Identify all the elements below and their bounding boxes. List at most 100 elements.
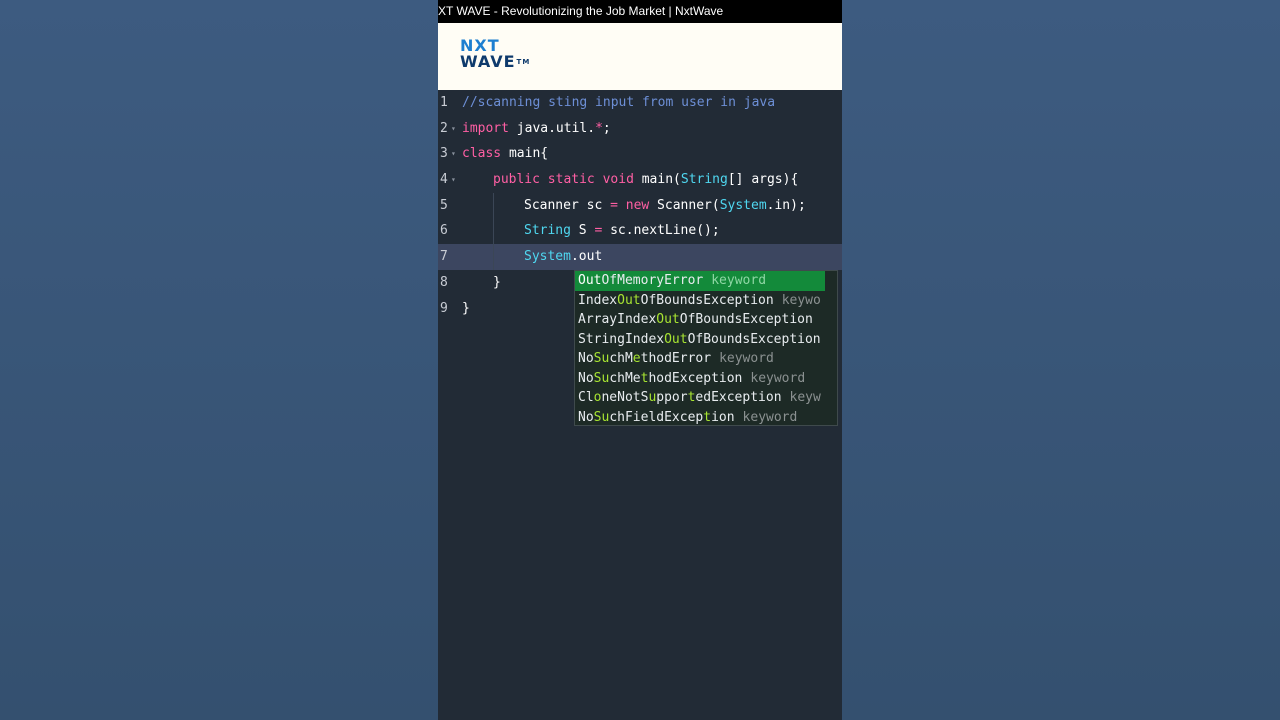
line-content: import java.util.*; — [462, 116, 611, 142]
code-editor[interactable]: 1 //scanning sting input from user in ja… — [438, 90, 842, 720]
indent-guide — [493, 218, 494, 245]
suggestion-text: Index — [578, 292, 618, 308]
keyword-token: new — [625, 197, 650, 213]
code-token: Scanner sc — [524, 197, 611, 213]
line-number: 7 — [440, 249, 448, 265]
autocomplete-item[interactable]: NoSuchMethodException keyword — [575, 369, 825, 389]
suggestion-text: thodError — [640, 351, 712, 366]
autocomplete-item[interactable]: StringIndexOutOfBoundsException — [575, 330, 825, 350]
match-highlight: Out — [617, 292, 641, 308]
type-token: System — [524, 249, 571, 265]
suggestion-meta: keyw — [789, 390, 821, 405]
suggestion-text: chFieldExcep — [609, 409, 704, 425]
autocomplete-item[interactable]: IndexOutOfBoundsException keywo — [575, 291, 825, 311]
suggestion-text: Cl — [578, 390, 594, 405]
suggestion-text: chMe — [609, 370, 641, 386]
fold-arrow-icon[interactable]: ▾ — [451, 141, 456, 167]
match-highlight: Su — [593, 370, 610, 386]
keyword-token: class — [462, 146, 502, 162]
brace-token: } — [462, 300, 470, 316]
code-line[interactable]: 1 //scanning sting input from user in ja… — [438, 90, 842, 116]
suggestion-text: OfMemoryError — [601, 273, 704, 288]
brace-token: } — [493, 274, 501, 290]
comment-token: //scanning sting input from user in java — [462, 95, 776, 110]
suggestion-text: No — [578, 351, 594, 366]
suggestion-meta: keyword — [750, 370, 806, 386]
suggestion-meta: keyword — [719, 351, 774, 366]
suggestion-text: ArrayIndex — [578, 312, 657, 327]
code-token: .in); — [766, 197, 806, 213]
line-content: class main{ — [462, 141, 548, 167]
suggestion-text: ion — [711, 409, 735, 425]
match-highlight: Out — [664, 331, 688, 347]
nxtwave-logo: NXT WAVETM — [460, 38, 530, 70]
suggestion-meta: keyword — [742, 409, 798, 425]
autocomplete-item[interactable]: ArrayIndexOutOfBoundsException — [575, 310, 825, 330]
suggestion-text: neNotS — [601, 390, 649, 405]
suggestion-text: No — [578, 409, 594, 425]
match-highlight: Su — [593, 409, 610, 425]
logo-line2: WAVETM — [460, 54, 530, 70]
logo-header: NXT WAVETM — [438, 23, 842, 90]
code-token: Scanner( — [649, 197, 720, 213]
match-highlight: e — [632, 351, 641, 366]
code-line[interactable]: 6 String S = sc.nextLine(); — [438, 218, 842, 245]
suggestion-text: StringIndex — [578, 331, 665, 347]
line-content: String S = sc.nextLine(); — [524, 218, 720, 244]
line-content: Scanner sc = new Scanner(System.in); — [524, 193, 806, 219]
line-number: 8 — [440, 274, 448, 290]
line-content: public static void main(String[] args){ — [493, 167, 798, 193]
line-content: } — [462, 296, 470, 322]
keyword-token: static — [547, 172, 595, 188]
line-number: 9 — [440, 300, 448, 316]
code-token: ; — [602, 120, 611, 136]
match-highlight: Su — [593, 351, 610, 366]
background-right — [842, 0, 1280, 720]
fold-arrow-icon[interactable]: ▾ — [451, 167, 456, 193]
suggestion-text: OfBoundsException — [640, 292, 774, 308]
suggestion-text: chM — [609, 351, 633, 366]
code-token: [] args){ — [727, 172, 799, 188]
background-left — [0, 0, 438, 720]
line-number: 1 — [440, 95, 448, 110]
operator-token: * — [595, 120, 603, 136]
indent-guide — [493, 192, 494, 219]
autocomplete-item[interactable]: OutOfMemoryError keyword — [575, 271, 825, 291]
suggestion-meta: keywo — [781, 292, 821, 308]
keyword-token: void — [602, 172, 634, 188]
code-token: S — [570, 223, 595, 239]
type-token: String — [524, 223, 571, 239]
autocomplete-item[interactable]: NoSuchFieldException keyword — [575, 408, 825, 426]
code-token: main{ — [501, 146, 549, 162]
code-line[interactable]: 3 ▾ class main{ — [438, 141, 842, 167]
keyword-token: import — [462, 120, 509, 136]
autocomplete-popup[interactable]: OutOfMemoryError keyword IndexOutOfBoundsE… — [574, 270, 838, 426]
indent-guide — [493, 244, 494, 270]
suggestion-text: hodException — [648, 370, 743, 386]
code-token: main( — [633, 172, 681, 188]
autocomplete-item[interactable]: CloneNotSupportedException keyw — [575, 388, 825, 408]
match-highlight: Out — [578, 273, 602, 288]
line-number: 6 — [440, 223, 448, 239]
line-number: 5 — [440, 197, 448, 213]
autocomplete-item[interactable]: NoSuchMethodError keyword — [575, 349, 825, 369]
type-token: System — [719, 197, 767, 213]
code-line[interactable]: 5 Scanner sc = new Scanner(System.in); — [438, 192, 842, 219]
suggestion-text: OfBoundsException — [679, 312, 813, 327]
suggestion-text: ppor — [656, 390, 688, 405]
code-line-active[interactable]: 7 System.out — [438, 244, 842, 270]
code-token: sc.nextLine(); — [602, 223, 720, 239]
code-token: .out — [570, 249, 603, 265]
type-token: String — [680, 172, 728, 188]
operator-token: = — [610, 197, 618, 213]
line-content: } — [493, 270, 501, 296]
code-line[interactable]: 4 ▾ public static void main(String[] arg… — [438, 167, 842, 193]
line-content: //scanning sting input from user in java — [462, 90, 775, 116]
suggestion-text: OfBoundsException — [687, 331, 821, 347]
logo-tm: TM — [516, 58, 531, 66]
logo-line2-text: WAVE — [460, 52, 516, 71]
fold-arrow-icon[interactable]: ▾ — [451, 116, 456, 142]
line-content: System.out — [524, 244, 602, 270]
window-title: XT WAVE - Revolutionizing the Job Market… — [438, 0, 842, 23]
code-line[interactable]: 2 ▾ import java.util.*; — [438, 116, 842, 142]
